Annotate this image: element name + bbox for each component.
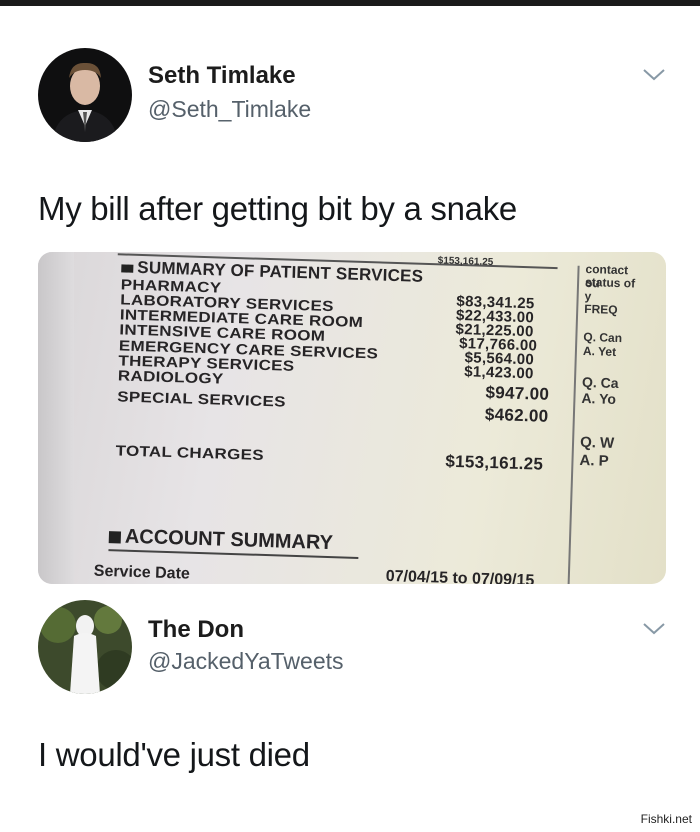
display-name[interactable]: The Don — [148, 616, 244, 644]
display-name[interactable]: Seth Timlake — [148, 62, 296, 90]
bill-top-amount: $153,161.25 — [437, 255, 494, 269]
avatar-seth[interactable] — [38, 48, 132, 142]
faq-question: Q. W — [579, 433, 615, 452]
chevron-down-icon[interactable] — [640, 618, 668, 638]
faq-heading: FREQ — [584, 301, 618, 317]
user-handle[interactable]: @JackedYaTweets — [148, 648, 344, 675]
tweet-text: I would've just died — [38, 736, 310, 773]
watermark: Fishki.net — [640, 812, 692, 826]
avatar-don[interactable] — [38, 600, 132, 694]
service-date-range: 07/04/15 to 07/09/15 — [385, 567, 535, 584]
white-figure-avatar-icon — [38, 600, 132, 694]
service-label: SPECIAL SERVICES — [117, 388, 287, 411]
faq-answer: A. Yet — [582, 343, 617, 359]
top-border-bar — [0, 0, 700, 6]
service-date-label: Service Date — [93, 562, 191, 583]
person-suit-avatar-icon — [38, 48, 132, 142]
faq-answer: A. Yo — [581, 389, 617, 407]
tweet-image[interactable]: $153,161.25 SUMMARY OF PATIENT SERVICES … — [38, 252, 666, 584]
total-amount: $153,161.25 — [445, 451, 544, 474]
bill-document: $153,161.25 SUMMARY OF PATIENT SERVICES … — [67, 252, 638, 584]
service-label: RADIOLOGY — [117, 367, 224, 388]
faq-question: Q. Can — [583, 329, 623, 346]
user-handle[interactable]: @Seth_Timlake — [148, 96, 311, 123]
chevron-down-icon[interactable] — [640, 64, 668, 84]
service-amount: $947.00 — [485, 382, 550, 404]
tweet-text: My bill after getting bit by a snake — [38, 190, 517, 227]
contact-text: status of y — [584, 274, 636, 304]
total-label: TOTAL CHARGES — [115, 442, 265, 464]
bill-divider — [567, 265, 580, 584]
service-amount: $462.00 — [484, 404, 549, 426]
faq-answer: A. P — [579, 451, 609, 470]
faq-question: Q. Ca — [581, 373, 619, 392]
service-amount: $1,423.00 — [463, 363, 534, 383]
